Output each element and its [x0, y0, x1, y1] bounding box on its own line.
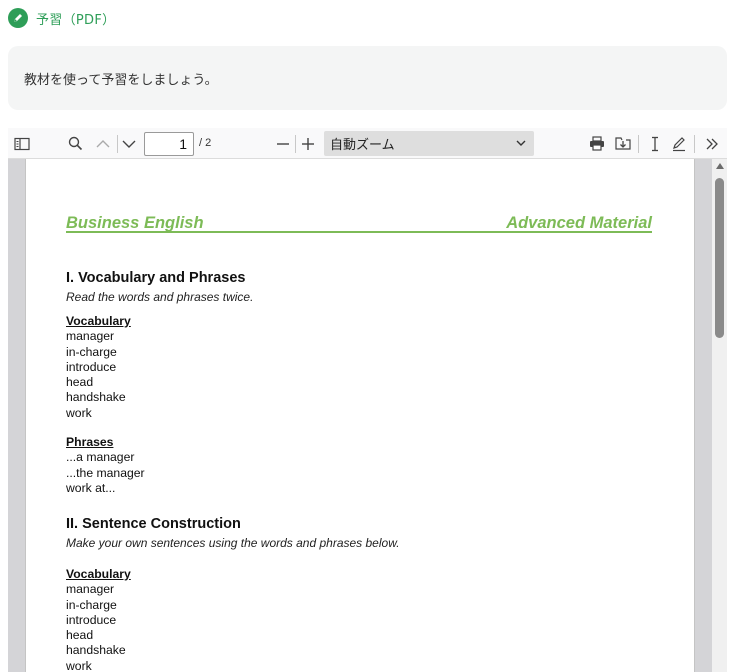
vocabulary-item: work — [66, 405, 92, 420]
zoom-out-icon[interactable] — [273, 128, 293, 159]
vocabulary-item: head — [66, 628, 94, 643]
toolbar-divider — [295, 135, 296, 153]
text-cursor-icon[interactable] — [644, 128, 666, 159]
phrase-item: ...a manager — [66, 450, 135, 465]
pdf-page: Business English Advanced Material I. Vo… — [25, 159, 695, 672]
chevron-down-icon — [516, 136, 526, 154]
page-title: 予習（PDF） — [36, 12, 116, 28]
document-header: Business English Advanced Material — [66, 213, 652, 233]
vocabulary-list: Vocabulary manager in-charge introduce h… — [66, 567, 131, 672]
vocabulary-item: manager — [66, 329, 115, 344]
phrases-heading: Phrases — [66, 435, 114, 449]
more-tools-icon[interactable] — [700, 128, 724, 159]
phrase-item: work at... — [66, 480, 116, 495]
vocabulary-item: in-charge — [66, 597, 117, 612]
page-header: 予習（PDF） — [8, 8, 115, 28]
vocabulary-item: introduce — [66, 612, 117, 627]
vocabulary-item: in-charge — [66, 344, 117, 359]
phrases-list: Phrases ...a manager ...the manager work… — [66, 435, 145, 496]
pdf-viewer[interactable]: Business English Advanced Material I. Vo… — [8, 159, 727, 672]
vocabulary-heading: Vocabulary — [66, 567, 131, 581]
vocabulary-item: introduce — [66, 359, 117, 374]
pdf-toolbar: 1 / 2 自動ズーム — [8, 128, 727, 159]
section-subtitle: Read the words and phrases twice. — [66, 290, 254, 304]
search-icon[interactable] — [64, 128, 86, 159]
section-title: I. Vocabulary and Phrases — [66, 270, 246, 286]
page-number-input[interactable]: 1 — [144, 132, 194, 156]
page-total-label: / 2 — [199, 137, 212, 149]
draw-pen-icon[interactable] — [668, 128, 690, 159]
vocabulary-item: handshake — [66, 643, 126, 658]
section-subtitle: Make your own sentences using the words … — [66, 536, 400, 550]
document-header-right: Advanced Material — [506, 214, 652, 232]
scroll-up-arrow-icon[interactable] — [716, 163, 724, 169]
scrollbar-thumb[interactable] — [715, 178, 724, 338]
document-header-left: Business English — [66, 214, 204, 232]
toolbar-divider — [638, 135, 639, 153]
vocabulary-list: Vocabulary manager in-charge introduce h… — [66, 314, 131, 421]
toolbar-divider — [694, 135, 695, 153]
zoom-in-icon[interactable] — [298, 128, 318, 159]
download-icon[interactable] — [612, 128, 634, 159]
vocabulary-item: head — [66, 375, 94, 390]
vocabulary-item: work — [66, 658, 92, 672]
previous-page-icon[interactable] — [92, 128, 114, 159]
pencil-icon — [8, 8, 28, 28]
phrase-item: ...the manager — [66, 465, 145, 480]
instruction-text: 教材を使って予習をしましょう。 — [24, 72, 218, 88]
zoom-select[interactable]: 自動ズーム — [324, 131, 534, 156]
vertical-scrollbar[interactable] — [712, 159, 727, 672]
instruction-notice: 教材を使って予習をしましょう。 — [8, 46, 727, 110]
vocabulary-heading: Vocabulary — [66, 314, 131, 328]
next-page-icon[interactable] — [118, 128, 140, 159]
section-title: II. Sentence Construction — [66, 516, 241, 532]
vocabulary-item: manager — [66, 582, 115, 597]
zoom-select-value: 自動ズーム — [330, 138, 395, 153]
sidebar-toggle-icon[interactable] — [10, 128, 34, 159]
vocabulary-item: handshake — [66, 390, 126, 405]
print-icon[interactable] — [586, 128, 608, 159]
